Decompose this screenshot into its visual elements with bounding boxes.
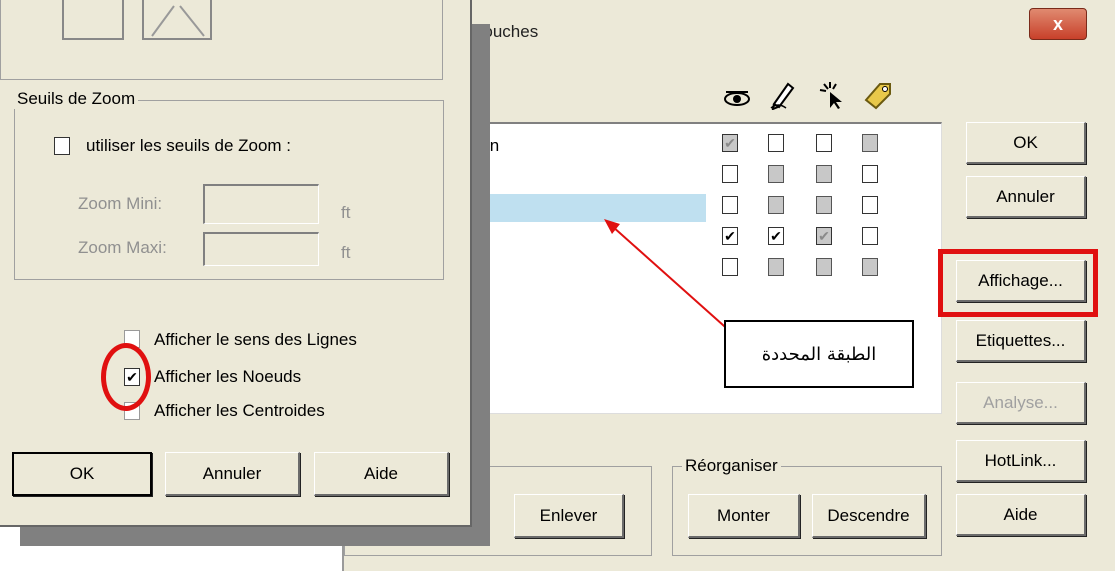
cancel-button[interactable]: Annuler [966, 176, 1086, 218]
layer-option-checkbox[interactable] [722, 165, 738, 183]
reorganize-legend: Réorganiser [682, 456, 781, 476]
highlight-circle [101, 343, 151, 411]
close-button[interactable]: x [1029, 8, 1087, 40]
layer-option-checkbox[interactable] [768, 165, 784, 183]
use-zoom-checkbox[interactable] [54, 137, 70, 155]
layer-option-checkbox[interactable] [862, 196, 878, 214]
layer-option-checkbox[interactable] [862, 134, 878, 152]
analysis-button[interactable]: Analyse... [956, 382, 1086, 424]
layer-option-checkbox[interactable] [816, 258, 832, 276]
move-down-button[interactable]: Descendre [812, 494, 926, 538]
zoom-max-field[interactable] [203, 232, 319, 266]
layer-option-checkbox[interactable] [862, 227, 878, 245]
layer-option-checkbox[interactable] [816, 134, 832, 152]
style-diagonal-button[interactable] [142, 0, 212, 40]
close-icon: x [1052, 13, 1063, 34]
show-centroids-label: Afficher les Centroides [154, 401, 325, 420]
help-button[interactable]: Aide [956, 494, 1086, 536]
layer-option-checkbox[interactable] [862, 165, 878, 183]
layer-option-checkbox[interactable] [768, 134, 784, 152]
zoom-max-unit: ft [341, 243, 351, 262]
zoom-min-field[interactable] [203, 184, 319, 224]
layer-option-checkbox[interactable] [768, 227, 784, 245]
remove-button[interactable]: Enlever [514, 494, 624, 538]
layer-option-checkbox[interactable] [816, 227, 832, 245]
use-zoom-label: utiliser les seuils de Zoom : [86, 136, 292, 155]
labels-button[interactable]: Etiquettes... [956, 320, 1086, 362]
move-up-button[interactable]: Monter [688, 494, 800, 538]
eye-icon [722, 85, 752, 109]
cursor-icon [816, 80, 846, 110]
show-nodes-label: Afficher les Noeuds [154, 367, 302, 386]
left-help-button[interactable]: Aide [314, 452, 449, 496]
zoom-min-unit: ft [341, 203, 351, 222]
callout-box: الطبقة المحددة [724, 320, 914, 388]
highlight-rectangle [938, 249, 1098, 317]
layer-option-checkbox[interactable] [862, 258, 878, 276]
display-options-dialog: Seuils de Zoom utiliser les seuils de Zo… [0, 0, 472, 527]
zoom-max-label: Zoom Maxi: [78, 238, 167, 257]
layer-option-checkbox[interactable] [722, 134, 738, 152]
zoom-legend: Seuils de Zoom [14, 89, 139, 109]
ok-button[interactable]: OK [966, 122, 1086, 164]
layer-option-checkbox[interactable] [768, 196, 784, 214]
layer-option-checkbox[interactable] [816, 165, 832, 183]
style-swatch-button[interactable] [62, 0, 124, 40]
layer-option-checkbox[interactable] [816, 196, 832, 214]
tag-icon [862, 78, 894, 110]
layer-option-checkbox[interactable] [768, 258, 784, 276]
show-direction-label: Afficher le sens des Lignes [154, 330, 357, 349]
zoom-min-label: Zoom Mini: [78, 194, 163, 213]
left-ok-button[interactable]: OK [12, 452, 152, 496]
pencil-icon [768, 80, 798, 111]
hotlink-button[interactable]: HotLink... [956, 440, 1086, 482]
left-cancel-button[interactable]: Annuler [165, 452, 300, 496]
callout-text: الطبقة المحددة [761, 343, 877, 365]
